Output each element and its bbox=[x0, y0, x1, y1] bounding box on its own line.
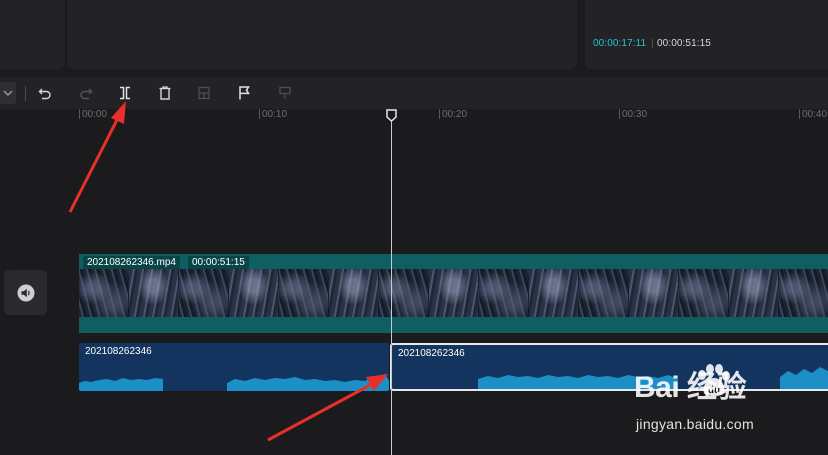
delete-button[interactable] bbox=[155, 83, 175, 103]
watermark-url: jingyan.baidu.com bbox=[636, 416, 754, 432]
freeze-icon bbox=[198, 86, 210, 100]
timecode-separator: | bbox=[651, 38, 654, 49]
delete-icon bbox=[159, 86, 171, 100]
video-thumbnail bbox=[579, 269, 629, 317]
video-thumbnail bbox=[79, 269, 129, 317]
player-panel bbox=[67, 0, 577, 69]
video-thumbnail bbox=[529, 269, 579, 317]
video-thumbnail bbox=[229, 269, 279, 317]
video-thumbnail bbox=[479, 269, 529, 317]
video-thumbnail bbox=[129, 269, 179, 317]
undo-icon bbox=[38, 88, 51, 100]
chevron-down-icon bbox=[3, 90, 13, 96]
undo-button[interactable] bbox=[35, 83, 55, 103]
speaker-icon bbox=[17, 284, 34, 301]
playhead-line[interactable] bbox=[391, 119, 392, 455]
video-clip-filename: 202108262346.mp4 bbox=[83, 256, 180, 269]
watermark-logo-text: Bai 经验 bbox=[634, 371, 747, 404]
video-clip-duration: 00:00:51:15 bbox=[187, 256, 249, 269]
ruler-label: 00:40 bbox=[802, 109, 828, 120]
ruler-label: 00:20 bbox=[442, 109, 468, 120]
video-thumbnail bbox=[629, 269, 679, 317]
video-thumbnail bbox=[279, 269, 329, 317]
properties-panel bbox=[585, 0, 828, 69]
marker-disabled-button[interactable] bbox=[275, 83, 295, 103]
audio-clip-label: 202108262346 bbox=[85, 346, 152, 357]
video-thumbnail bbox=[379, 269, 429, 317]
timeline-ruler[interactable]: 00:00 00:10 00:20 00:30 00:40 bbox=[0, 109, 828, 121]
media-panel bbox=[0, 0, 65, 69]
baidu-watermark: du Bai 经验 jingyan.baidu.com bbox=[634, 362, 824, 442]
video-thumbnail bbox=[729, 269, 779, 317]
toolbar-divider bbox=[25, 86, 26, 101]
split-icon bbox=[120, 86, 130, 100]
video-thumbnail bbox=[679, 269, 729, 317]
video-thumbnail bbox=[179, 269, 229, 317]
timeline-toolbar bbox=[0, 77, 828, 109]
ruler-label: 00:30 bbox=[622, 109, 648, 120]
audio-waveform bbox=[79, 373, 389, 391]
ruler-label: 00:00 bbox=[82, 109, 108, 120]
split-button[interactable] bbox=[115, 83, 135, 103]
track-options-dropdown[interactable] bbox=[0, 82, 16, 104]
redo-button[interactable] bbox=[76, 83, 96, 103]
audio-clip[interactable]: 202108262346 bbox=[79, 343, 389, 391]
add-marker-button[interactable] bbox=[234, 83, 254, 103]
redo-icon bbox=[80, 88, 93, 100]
video-thumbnail bbox=[429, 269, 479, 317]
video-thumbnail bbox=[779, 269, 828, 317]
track-audio-toggle[interactable] bbox=[4, 270, 47, 315]
video-thumbnail bbox=[329, 269, 379, 317]
video-clip[interactable]: 202108262346.mp4 00:00:51:15 bbox=[79, 254, 828, 333]
marker-icon bbox=[239, 86, 250, 100]
current-timecode: 00:00:17:11 bbox=[593, 38, 647, 49]
playhead-handle[interactable] bbox=[386, 109, 397, 122]
freeze-frame-button[interactable] bbox=[194, 83, 214, 103]
ruler-label: 00:10 bbox=[262, 109, 288, 120]
marker-disabled-icon bbox=[279, 86, 291, 99]
total-timecode: 00:00:51:15 bbox=[657, 38, 711, 49]
video-thumbnails bbox=[79, 269, 828, 317]
